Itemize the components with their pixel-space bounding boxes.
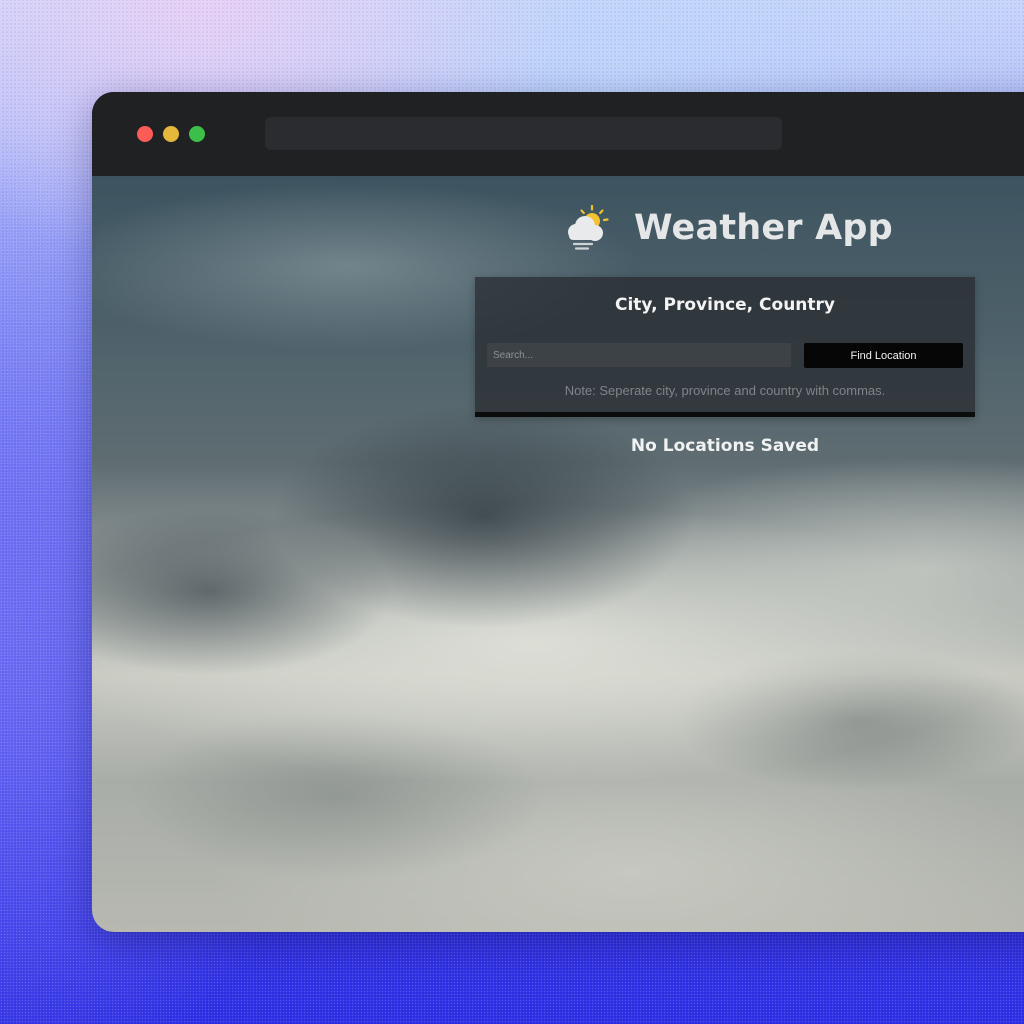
search-note: Note: Seperate city, province and countr… xyxy=(564,383,886,398)
partly-cloudy-icon xyxy=(568,204,609,250)
search-panel: City, Province, Country Find Location No… xyxy=(475,277,975,417)
app-title: Weather App xyxy=(634,208,893,248)
minimize-window-button[interactable] xyxy=(163,126,179,142)
no-locations-message: No Locations Saved xyxy=(630,436,820,456)
browser-titlebar xyxy=(92,92,1024,176)
address-bar[interactable] xyxy=(265,117,782,150)
find-location-button[interactable]: Find Location xyxy=(804,343,963,368)
app-header: Weather App xyxy=(562,202,893,254)
location-search-input[interactable] xyxy=(487,343,791,367)
search-panel-title: City, Province, Country xyxy=(614,295,836,315)
weather-background: Weather App City, Province, Country Find… xyxy=(92,176,1024,932)
maximize-window-button[interactable] xyxy=(189,126,205,142)
page-background: { "app": { "title": "Weather App", "logo… xyxy=(0,0,1024,1024)
close-window-button[interactable] xyxy=(137,126,153,142)
browser-window: Weather App City, Province, Country Find… xyxy=(92,92,1024,932)
